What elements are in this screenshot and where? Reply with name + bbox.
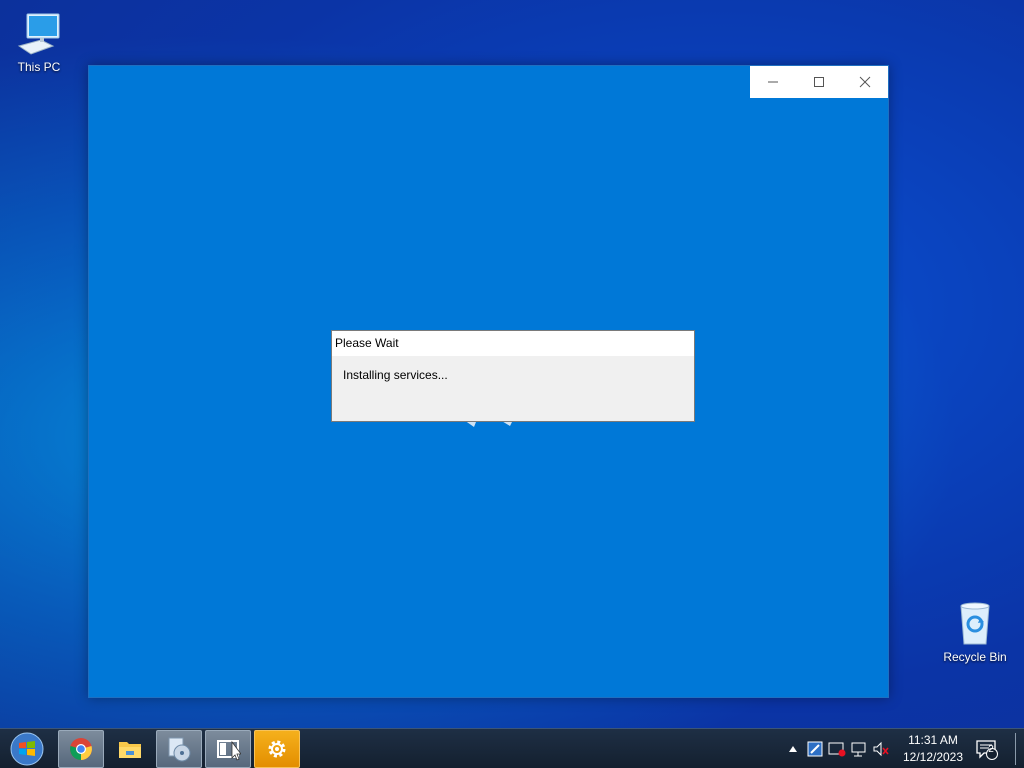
show-hidden-icons-button[interactable] <box>782 729 804 768</box>
setup-window-icon <box>217 740 241 761</box>
taskbar-clock[interactable]: 11:31 AM 12/12/2023 <box>897 732 969 766</box>
desktop-icon-this-pc[interactable]: This PC <box>1 10 77 74</box>
tray-volume-button[interactable] <box>870 729 892 768</box>
app-window: Please Wait Installing services... <box>88 65 889 698</box>
minimize-button[interactable] <box>750 66 796 98</box>
taskbar-settings-button[interactable] <box>254 730 300 768</box>
show-desktop-button[interactable] <box>1015 733 1021 765</box>
installer-disc-icon <box>168 737 191 762</box>
maximize-icon <box>814 77 824 87</box>
computer-icon <box>15 10 63 58</box>
action-center-button[interactable]: 2 <box>972 729 1002 768</box>
taskbar-file-explorer-button[interactable] <box>107 730 153 768</box>
dialog-title: Please Wait <box>332 331 694 356</box>
gear-icon <box>268 740 286 758</box>
folder-icon <box>119 742 141 758</box>
clock-date: 12/12/2023 <box>902 750 964 764</box>
dialog-message: Installing services... <box>343 368 448 382</box>
maximize-button[interactable] <box>796 66 842 98</box>
security-icon <box>828 742 846 757</box>
tray-security-button[interactable] <box>826 729 848 768</box>
windows-logo-icon <box>10 732 44 766</box>
tray-app-button[interactable] <box>804 729 826 768</box>
chrome-icon <box>70 738 92 760</box>
please-wait-dialog: Please Wait Installing services... <box>331 330 695 422</box>
window-caption-buttons <box>750 66 888 98</box>
recycle-bin-icon <box>951 600 999 648</box>
chevron-up-icon <box>789 746 797 752</box>
close-button[interactable] <box>842 66 888 98</box>
taskbar-installer-button[interactable] <box>156 730 202 768</box>
tray-network-button[interactable] <box>848 729 870 768</box>
taskbar-setup-button[interactable] <box>205 730 251 768</box>
volume-muted-icon <box>873 741 889 757</box>
notification-count-badge: 2 <box>988 744 994 755</box>
close-icon <box>859 76 871 88</box>
system-tray <box>782 729 892 768</box>
desktop-icon-label: This PC <box>17 60 61 74</box>
start-button[interactable] <box>4 730 50 768</box>
clock-time: 11:31 AM <box>908 733 958 747</box>
taskbar-chrome-button[interactable] <box>58 730 104 768</box>
desktop-icon-label: Recycle Bin <box>943 650 1007 664</box>
taskbar: 11:31 AM 12/12/2023 2 <box>0 728 1024 768</box>
minimize-icon <box>768 81 778 83</box>
app-tray-icon <box>807 741 823 757</box>
desktop-icon-recycle-bin[interactable]: Recycle Bin <box>937 600 1013 664</box>
network-icon <box>851 742 866 757</box>
